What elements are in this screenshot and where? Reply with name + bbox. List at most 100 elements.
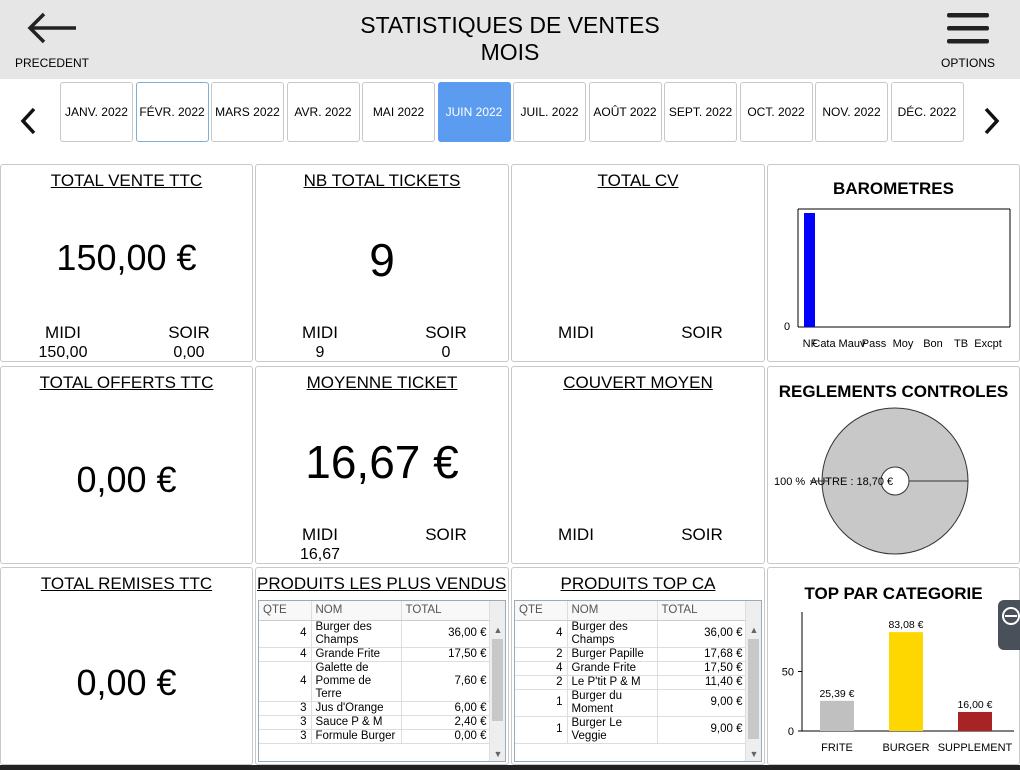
chevron-left-icon[interactable] <box>14 99 44 143</box>
soir-label: SOIR <box>425 525 467 544</box>
moyenne-ticket-value: 16,67 € <box>305 436 459 488</box>
card-title: COUVERT MOYEN <box>563 373 713 392</box>
total-vente-value: 150,00 € <box>56 237 197 278</box>
scroll-up-icon[interactable]: ▲ <box>490 623 505 637</box>
bar-burger[interactable] <box>889 632 923 731</box>
bar-value-label: 16,00 € <box>957 699 992 711</box>
cell-tot: 9,00 € <box>657 716 748 744</box>
month-tab[interactable]: SEPT. 2022 <box>664 82 737 142</box>
card-total-offerts: TOTAL OFFERTS TTC 0,00 € <box>0 366 253 564</box>
midi-label: MIDI <box>45 323 81 342</box>
produits-vendus-table[interactable]: QTE NOM TOTAL 4 Burger des Champs 36,00 €4… <box>258 600 506 762</box>
options-label: OPTIONS <box>940 56 995 70</box>
scroll-down-icon[interactable]: ▼ <box>746 747 761 761</box>
month-tab[interactable]: MARS 2022 <box>211 82 284 142</box>
midi-value: 150,00 <box>38 344 88 361</box>
scroll-up-icon[interactable]: ▲ <box>746 623 761 637</box>
card-top-categorie: TOP PAR CATEGORIE 25,39 € FRITE 83,08 € BUR… <box>767 567 1020 765</box>
table-row[interactable]: 1 Burger Le Veggie 9,00 € <box>515 716 748 744</box>
x-tick-label: Cata <box>812 338 836 350</box>
month-tab[interactable]: NOV. 2022 <box>815 82 888 142</box>
card-total-vente: TOTAL VENTE TTC 150,00 € MIDI SOIR 150,0… <box>0 164 253 362</box>
scrollbar-thumb[interactable] <box>748 639 759 739</box>
produits-ca-table[interactable]: QTE NOM TOTAL 4 Burger des Champs 36,00 €2… <box>514 600 762 762</box>
top-categorie-chart: 25,39 € FRITE 83,08 € BURGER 16,00 € SUPPLEME… <box>782 612 1014 754</box>
month-tab[interactable]: DÉC. 2022 <box>890 82 964 142</box>
cell-tot: 36,00 € <box>657 620 748 648</box>
month-tab[interactable]: FÉVR. 2022 <box>135 82 209 142</box>
cell-tot: 36,00 € <box>401 620 492 648</box>
table-row[interactable]: 3 Sauce P & M 2,40 € <box>259 715 492 730</box>
table-scrollbar[interactable]: ▲ ▼ <box>745 601 761 761</box>
x-tick-label: BURGER <box>882 742 929 754</box>
previous-button[interactable]: PRECEDENT <box>0 0 104 79</box>
cell-qte: 3 <box>259 701 312 716</box>
table-row[interactable]: 4 Burger des Champs 36,00 € <box>515 620 748 648</box>
cell-nom: Galette de Pomme de Terre <box>311 661 402 702</box>
cell-tot: 11,40 € <box>657 675 748 690</box>
midi-label: MIDI <box>558 323 594 342</box>
x-tick-label: FRITE <box>821 742 853 754</box>
card-title: NB TOTAL TICKETS <box>303 171 461 190</box>
month-tab[interactable]: JUIN 2022 <box>437 82 511 142</box>
table-row[interactable]: 4 Galette de Pomme de Terre 7,60 € <box>259 661 492 702</box>
month-tab[interactable]: JUIL. 2022 <box>513 82 586 142</box>
soir-value: 0 <box>441 344 451 361</box>
table-row[interactable]: 3 Jus d'Orange 6,00 € <box>259 701 492 716</box>
bar-nf[interactable] <box>804 213 815 327</box>
table-row[interactable]: 4 Grande Frite 17,50 € <box>259 647 492 662</box>
column-header-nom[interactable]: NOM <box>311 601 402 621</box>
cell-qte: 4 <box>515 661 568 676</box>
card-title: TOTAL REMISES TTC <box>40 574 213 593</box>
month-tab[interactable]: MAI 2022 <box>362 82 435 142</box>
total-remises-value: 0,00 € <box>76 662 177 703</box>
soir-label: SOIR <box>681 323 723 342</box>
cell-tot: 0,00 € <box>401 729 492 744</box>
header: PRECEDENT STATISTIQUES DE VENTES MOIS OP… <box>0 0 1020 79</box>
column-header-qte[interactable]: QTE <box>515 601 568 621</box>
cell-qte: 4 <box>259 620 312 648</box>
soir-label: SOIR <box>681 525 723 544</box>
cell-tot: 17,68 € <box>657 647 748 662</box>
reglements-pie-chart: 100 % AUTRE : 18,70 € <box>774 407 969 555</box>
produits-table: QTE NOM TOTAL 4 Burger des Champs 36,00 €4… <box>259 601 492 744</box>
cell-qte: 4 <box>515 620 568 648</box>
month-selector: JANV. 2022 FÉVR. 2022 MARS 2022 AVR. 2022 MA… <box>0 79 1020 163</box>
column-header-total[interactable]: TOTAL <box>657 601 748 621</box>
options-button[interactable]: OPTIONS <box>926 0 1010 79</box>
x-tick-label: Excpt <box>974 338 1002 350</box>
table-row[interactable]: 4 Grande Frite 17,50 € <box>515 661 748 676</box>
side-panel-tab[interactable] <box>998 600 1020 650</box>
card-couvert-moyen: COUVERT MOYEN MIDI SOIR <box>511 366 765 564</box>
table-row[interactable]: 4 Burger des Champs 36,00 € <box>259 620 492 648</box>
cell-tot: 9,00 € <box>657 689 748 717</box>
column-header-qte[interactable]: QTE <box>259 601 312 621</box>
month-tab[interactable]: OCT. 2022 <box>739 82 813 142</box>
arrow-left-icon <box>27 12 76 44</box>
y-tick-label: 0 <box>784 321 790 333</box>
month-tab[interactable]: AVR. 2022 <box>286 82 360 142</box>
table-row[interactable]: 1 Burger du Moment 9,00 € <box>515 689 748 717</box>
cell-nom: Burger Le Veggie <box>567 716 658 744</box>
card-title: TOTAL VENTE TTC <box>50 171 203 190</box>
bar-supplement[interactable] <box>958 711 992 731</box>
pie-slice-label: AUTRE : 18,70 € <box>810 476 893 488</box>
month-tab[interactable]: AOÛT 2022 <box>588 82 662 142</box>
midi-value: 16,67 <box>299 546 341 563</box>
table-row[interactable]: 2 Le P'tit P & M 11,40 € <box>515 675 748 690</box>
card-moyenne-ticket: MOYENNE TICKET 16,67 € MIDI SOIR 16,67 <box>255 366 509 564</box>
scroll-down-icon[interactable]: ▼ <box>490 747 505 761</box>
table-scrollbar[interactable]: ▲ ▼ <box>489 601 505 761</box>
table-row[interactable]: 3 Formule Burger 0,00 € <box>259 729 492 744</box>
column-header-total[interactable]: TOTAL <box>401 601 492 621</box>
cell-nom: Burger du Moment <box>567 689 658 717</box>
column-header-nom[interactable]: NOM <box>567 601 658 621</box>
scrollbar-thumb[interactable] <box>492 639 503 721</box>
card-total-cv: TOTAL CV MIDI SOIR <box>511 164 765 362</box>
bar-frite[interactable] <box>820 700 854 731</box>
month-tab[interactable]: JANV. 2022 <box>60 82 133 142</box>
produits-table: QTE NOM TOTAL 4 Burger des Champs 36,00 €2… <box>515 601 748 744</box>
table-row[interactable]: 2 Burger Papille 17,68 € <box>515 647 748 662</box>
chevron-right-icon[interactable] <box>976 99 1006 143</box>
bar-value-label: 83,08 € <box>888 619 923 631</box>
